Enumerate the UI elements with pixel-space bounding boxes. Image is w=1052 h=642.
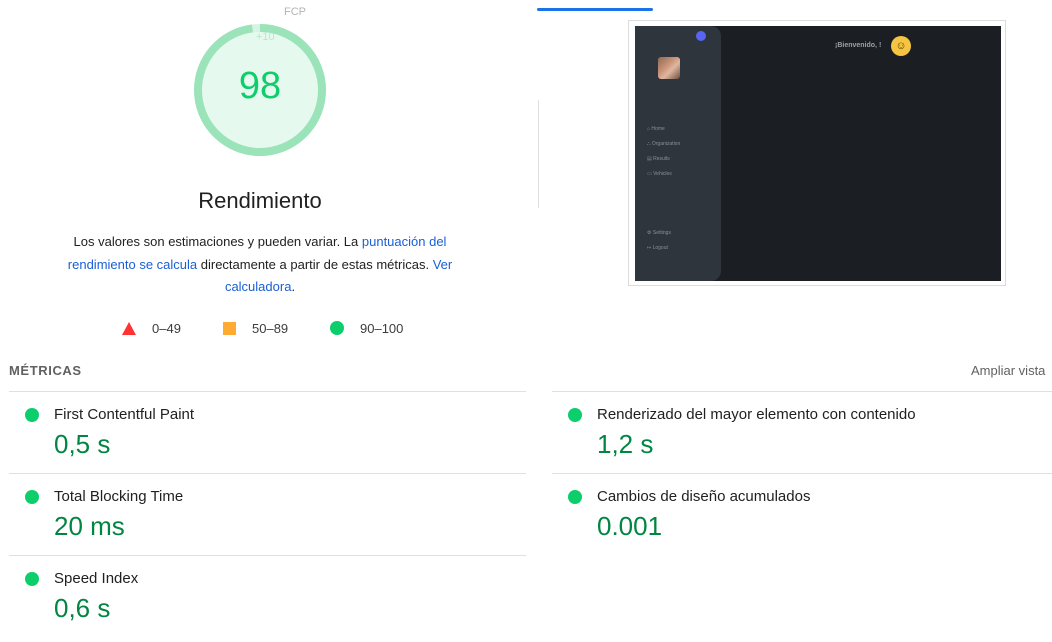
legend-fail-label: 0–49 — [152, 320, 181, 336]
fcp-marker-label: FCP — [284, 6, 306, 18]
screenshot-nav-item: ⌂ Home — [647, 126, 665, 132]
vertical-divider — [538, 100, 539, 208]
screenshot-sidebar: ⌂ Home ⛬ Organization ▤ Results ▭ Vehicl… — [635, 26, 721, 281]
orange-square-icon — [223, 321, 236, 335]
pass-circle-icon — [568, 408, 582, 422]
red-triangle-icon — [122, 321, 136, 335]
divider — [552, 391, 1052, 392]
metric-cumulative-layout-shift: Cambios de diseño acumulados 0.001 — [552, 482, 1052, 564]
divider — [9, 391, 526, 392]
screenshot-nav-item: ⛬ Organization — [647, 141, 681, 147]
metric-name: Cambios de diseño acumulados — [597, 488, 811, 505]
metric-largest-contentful-paint: Renderizado del mayor elemento con conte… — [552, 400, 1052, 482]
metric-value: 0,6 s — [54, 593, 111, 623]
category-title: Rendimiento — [198, 188, 322, 213]
avatar — [658, 57, 680, 79]
metric-name: Renderizado del mayor elemento con conte… — [597, 406, 916, 423]
pass-circle-icon — [25, 490, 39, 504]
screenshot-canvas: ⌂ Home ⛬ Organization ▤ Results ▭ Vehicl… — [635, 26, 1001, 281]
metric-value: 0,5 s — [54, 429, 111, 459]
divider — [9, 555, 526, 556]
score-description: Los valores son estimaciones y pueden va… — [55, 231, 465, 299]
metric-first-contentful-paint: First Contentful Paint 0,5 s — [9, 400, 526, 482]
final-screenshot[interactable]: ⌂ Home ⛬ Organization ▤ Results ▭ Vehicl… — [628, 20, 1006, 286]
tab-indicator — [537, 8, 653, 11]
divider — [9, 473, 526, 474]
screenshot-nav-item: ▭ Vehicles — [647, 171, 672, 177]
pass-circle-icon — [25, 408, 39, 422]
expand-view-toggle[interactable]: Ampliar vista — [971, 363, 1052, 378]
description-text: Los valores son estimaciones y pueden va… — [73, 234, 362, 249]
screenshot-nav-item: ▤ Results — [647, 156, 670, 162]
metric-speed-index: Speed Index 0,6 s — [9, 564, 526, 642]
divider — [552, 473, 1052, 474]
screenshot-nav-item: ↦ Logout — [647, 245, 668, 251]
screenshot-welcome-text: ¡Bienvenido, ! — [835, 42, 882, 49]
legend-fail: 0–49 — [122, 318, 181, 338]
legend-pass-label: 90–100 — [360, 320, 404, 336]
fcp-marker-value: +10 — [256, 31, 275, 43]
metric-name: Total Blocking Time — [54, 488, 184, 505]
screenshot-nav-item: ⚙ Settings — [647, 230, 671, 236]
metric-name: First Contentful Paint — [54, 406, 195, 423]
legend-pass: 90–100 — [330, 318, 403, 338]
score-value: 98 — [238, 65, 282, 107]
green-circle-icon — [330, 321, 344, 335]
legend-average: 50–89 — [223, 318, 288, 338]
metric-total-blocking-time: Total Blocking Time 20 ms — [9, 482, 526, 564]
pass-circle-icon — [568, 490, 582, 504]
metric-value: 1,2 s — [597, 429, 654, 459]
description-text: directamente a partir de estas métricas. — [197, 256, 433, 272]
description-text: . — [291, 279, 296, 294]
metric-value: 0.001 — [597, 511, 663, 541]
pass-circle-icon — [25, 572, 39, 586]
collapse-dot-icon — [696, 31, 706, 41]
emoji-icon: ☺ — [891, 36, 911, 56]
legend-average-label: 50–89 — [252, 320, 289, 336]
metric-name: Speed Index — [54, 570, 139, 587]
metrics-heading: MÉTRICAS — [9, 363, 82, 378]
metric-value: 20 ms — [54, 511, 125, 541]
